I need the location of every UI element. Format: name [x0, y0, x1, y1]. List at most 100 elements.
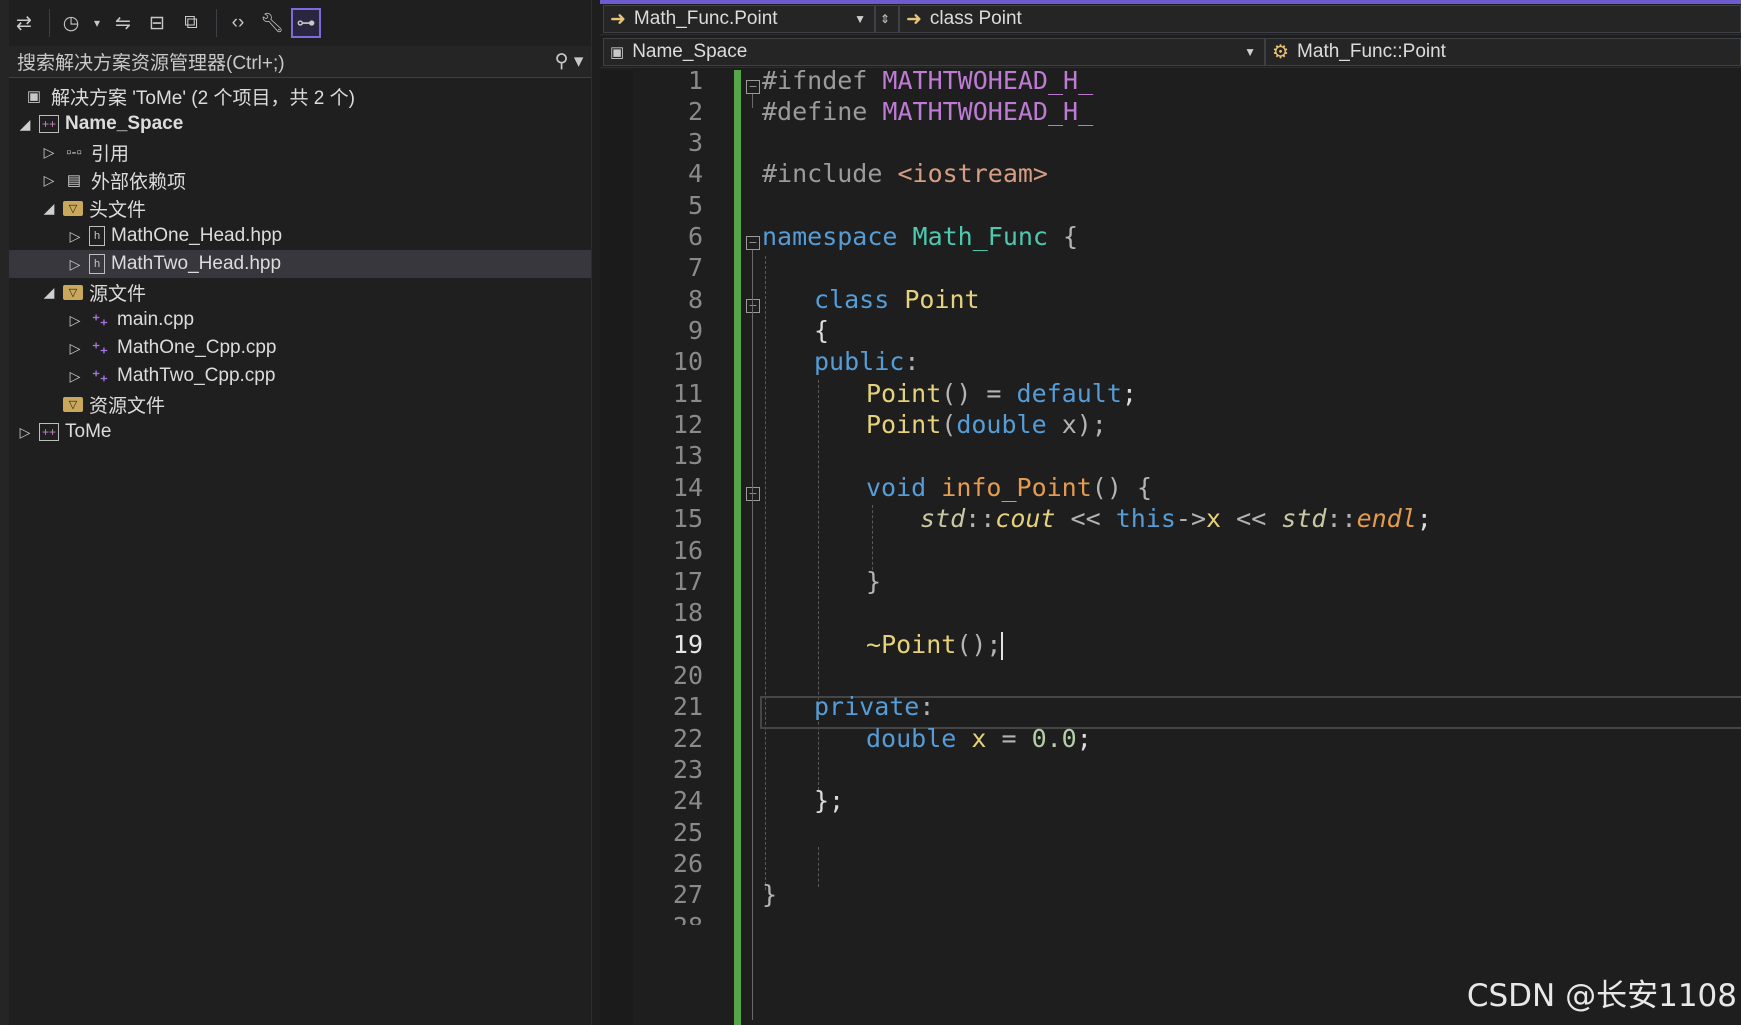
expand-arrow-icon[interactable]: ◢ — [41, 200, 57, 217]
code-editor: ➜ Math_Func.Point ▼ ⇕ ➜ class Point ▣ Na… — [600, 0, 1741, 1025]
tree-item-header-files[interactable]: ◢ ▽ 头文件 — [9, 194, 591, 222]
code-token: ; — [1416, 504, 1432, 533]
show-all-files-icon[interactable]: ⧉ — [176, 8, 206, 38]
code-area[interactable]: 1 2 3 4 5 6 7 8 9 10 11 12 13 14 15 16 1… — [600, 66, 1741, 1025]
collapse-arrow-icon[interactable]: ▷ — [67, 340, 83, 357]
search-input[interactable]: 搜索解决方案资源管理器(Ctrl+;) — [9, 48, 547, 75]
collapse-arrow-icon[interactable]: ▷ — [67, 228, 83, 245]
code-token: x — [956, 724, 987, 753]
tree-solution[interactable]: ▣ 解决方案 'ToMe' (2 个项目，共 2 个) — [9, 82, 591, 110]
scope-dropdown[interactable]: ➜ Math_Func.Point ▼ — [603, 5, 875, 33]
tree-item-main-cpp[interactable]: ▷ ⁺₊ main.cpp — [9, 306, 591, 334]
header-file-icon: h — [89, 226, 105, 246]
line-number: 17 — [672, 567, 703, 596]
collapse-arrow-icon[interactable]: ▷ — [41, 172, 57, 189]
code-token: << — [1221, 504, 1282, 533]
code-token: 0.0 — [1031, 724, 1077, 753]
line-number: 27 — [672, 880, 703, 909]
tree-item-source-files[interactable]: ◢ ▽ 源文件 — [9, 278, 591, 306]
code-token: MATHTWOHEAD_H_ — [882, 97, 1094, 126]
code-token: Point — [881, 630, 957, 659]
tree-project-name-space[interactable]: ◢ ++ Name_Space — [9, 110, 591, 138]
code-token: ; — [1121, 379, 1137, 408]
tree-item-mathone-cpp[interactable]: ▷ ⁺₊ MathOne_Cpp.cpp — [9, 334, 591, 362]
solution-tree: ▣ 解决方案 'ToMe' (2 个项目，共 2 个) ◢ ++ Name_Sp… — [9, 82, 591, 446]
line-number: 26 — [672, 849, 703, 878]
code-line-12: Point(double x); — [866, 407, 1107, 442]
code-line-15: std::cout << this->x << std::endl; — [920, 501, 1432, 536]
tree-item-label: ToMe — [65, 421, 112, 442]
fold-toggle-icon[interactable]: − — [746, 80, 760, 94]
tree-item-mathtwo-head[interactable]: ▷ h MathTwo_Head.hpp — [9, 250, 591, 278]
dropdown-icon[interactable]: ▾ — [90, 8, 104, 38]
navigation-bar-top: ➜ Math_Func.Point ▼ ⇕ ➜ class Point — [600, 4, 1741, 35]
tree-item-label: MathTwo_Cpp.cpp — [117, 365, 276, 386]
code-token: x — [1046, 410, 1077, 439]
code-token: <iostream> — [897, 159, 1048, 188]
tree-item-external-deps[interactable]: ▷ ▤ 外部依赖项 — [9, 166, 591, 194]
code-line-27: } — [762, 877, 777, 912]
code-token: default — [1016, 379, 1122, 408]
explorer-search[interactable]: 搜索解决方案资源管理器(Ctrl+;) ⚲ ▾ — [9, 46, 591, 78]
code-line-9: { — [814, 313, 829, 348]
sync-icon[interactable]: ⇋ — [108, 8, 138, 38]
code-token: x — [1206, 504, 1222, 533]
code-token: :: — [965, 504, 996, 533]
arrow-right-icon: ➜ — [906, 8, 922, 30]
collapse-arrow-icon[interactable]: ▷ — [67, 256, 83, 273]
fold-toggle-icon[interactable]: − — [746, 236, 760, 250]
up-down-arrows-icon: ⇕ — [880, 12, 891, 26]
properties-wrench-icon[interactable]: 🔧︎ — [257, 8, 287, 38]
class-dropdown[interactable]: ➜ class Point — [899, 5, 1741, 33]
collapse-arrow-icon[interactable]: ▷ — [41, 144, 57, 161]
watermark: CSDN @长安1108 — [1466, 978, 1737, 1014]
member-dropdown[interactable]: ⚙ Math_Func::Point — [1265, 38, 1741, 66]
tree-item-label: 引用 — [91, 143, 130, 165]
tree-item-label: MathOne_Cpp.cpp — [117, 337, 277, 358]
line-number: 5 — [687, 191, 703, 220]
fold-toggle-icon[interactable]: − — [746, 299, 760, 313]
code-token: info_Point — [926, 473, 1092, 502]
code-token: endl — [1356, 504, 1417, 533]
line-number: 20 — [672, 661, 703, 690]
tree-item-label: 源文件 — [89, 283, 147, 305]
tree-item-mathtwo-cpp[interactable]: ▷ ⁺₊ MathTwo_Cpp.cpp — [9, 362, 591, 390]
collapse-arrow-icon[interactable]: ▷ — [17, 424, 33, 441]
split-arrows-button[interactable]: ⇕ — [875, 5, 899, 33]
code-token: } — [762, 880, 778, 909]
code-line-24: }; — [814, 783, 844, 818]
arrow-right-icon: ➜ — [610, 8, 626, 30]
class-member-icon: ⚙ — [1272, 41, 1290, 63]
collapse-all-icon[interactable]: ⊟ — [142, 8, 172, 38]
line-number: 10 — [672, 347, 703, 376]
fold-toggle-icon[interactable]: − — [746, 487, 760, 501]
code-line-14: void info_Point() { — [866, 470, 1152, 505]
line-number: 12 — [672, 410, 703, 439]
expand-arrow-icon[interactable]: ◢ — [41, 284, 57, 301]
tree-project-tome[interactable]: ▷ ++ ToMe — [9, 418, 591, 446]
tree-item-label: Name_Space — [65, 113, 184, 134]
fold-line — [752, 250, 753, 1020]
search-icon[interactable]: ⚲ ▾ — [547, 50, 591, 73]
collapse-arrow-icon[interactable]: ▷ — [67, 312, 83, 329]
line-number: 14 — [672, 473, 703, 502]
tree-item-resource-files[interactable]: ▽ 资源文件 — [9, 390, 591, 418]
code-line-19[interactable]: ~Point(); — [866, 627, 1004, 662]
line-number: 25 — [672, 818, 703, 847]
code-token: MATHTWOHEAD_H_ — [882, 66, 1094, 95]
code-token: private — [814, 692, 920, 721]
pending-changes-icon[interactable]: ◷ — [56, 8, 86, 38]
expand-arrow-icon[interactable]: ◢ — [17, 116, 33, 133]
project-dropdown[interactable]: ▣ Name_Space ▼ — [603, 38, 1265, 66]
line-number: 6 — [687, 222, 703, 251]
code-token: double — [956, 410, 1047, 439]
preview-selected-icon[interactable]: ⊶ — [291, 8, 321, 38]
code-token: ~ — [866, 630, 882, 659]
switch-views-icon[interactable]: ⇄ — [9, 8, 39, 38]
tree-item-references[interactable]: ▷ ▫-▫ 引用 — [9, 138, 591, 166]
indent-guide — [765, 256, 766, 890]
view-code-icon[interactable]: ‹› — [223, 8, 253, 38]
collapse-arrow-icon[interactable]: ▷ — [67, 368, 83, 385]
tree-item-mathone-head[interactable]: ▷ h MathOne_Head.hpp — [9, 222, 591, 250]
line-number: 1 — [687, 66, 703, 95]
